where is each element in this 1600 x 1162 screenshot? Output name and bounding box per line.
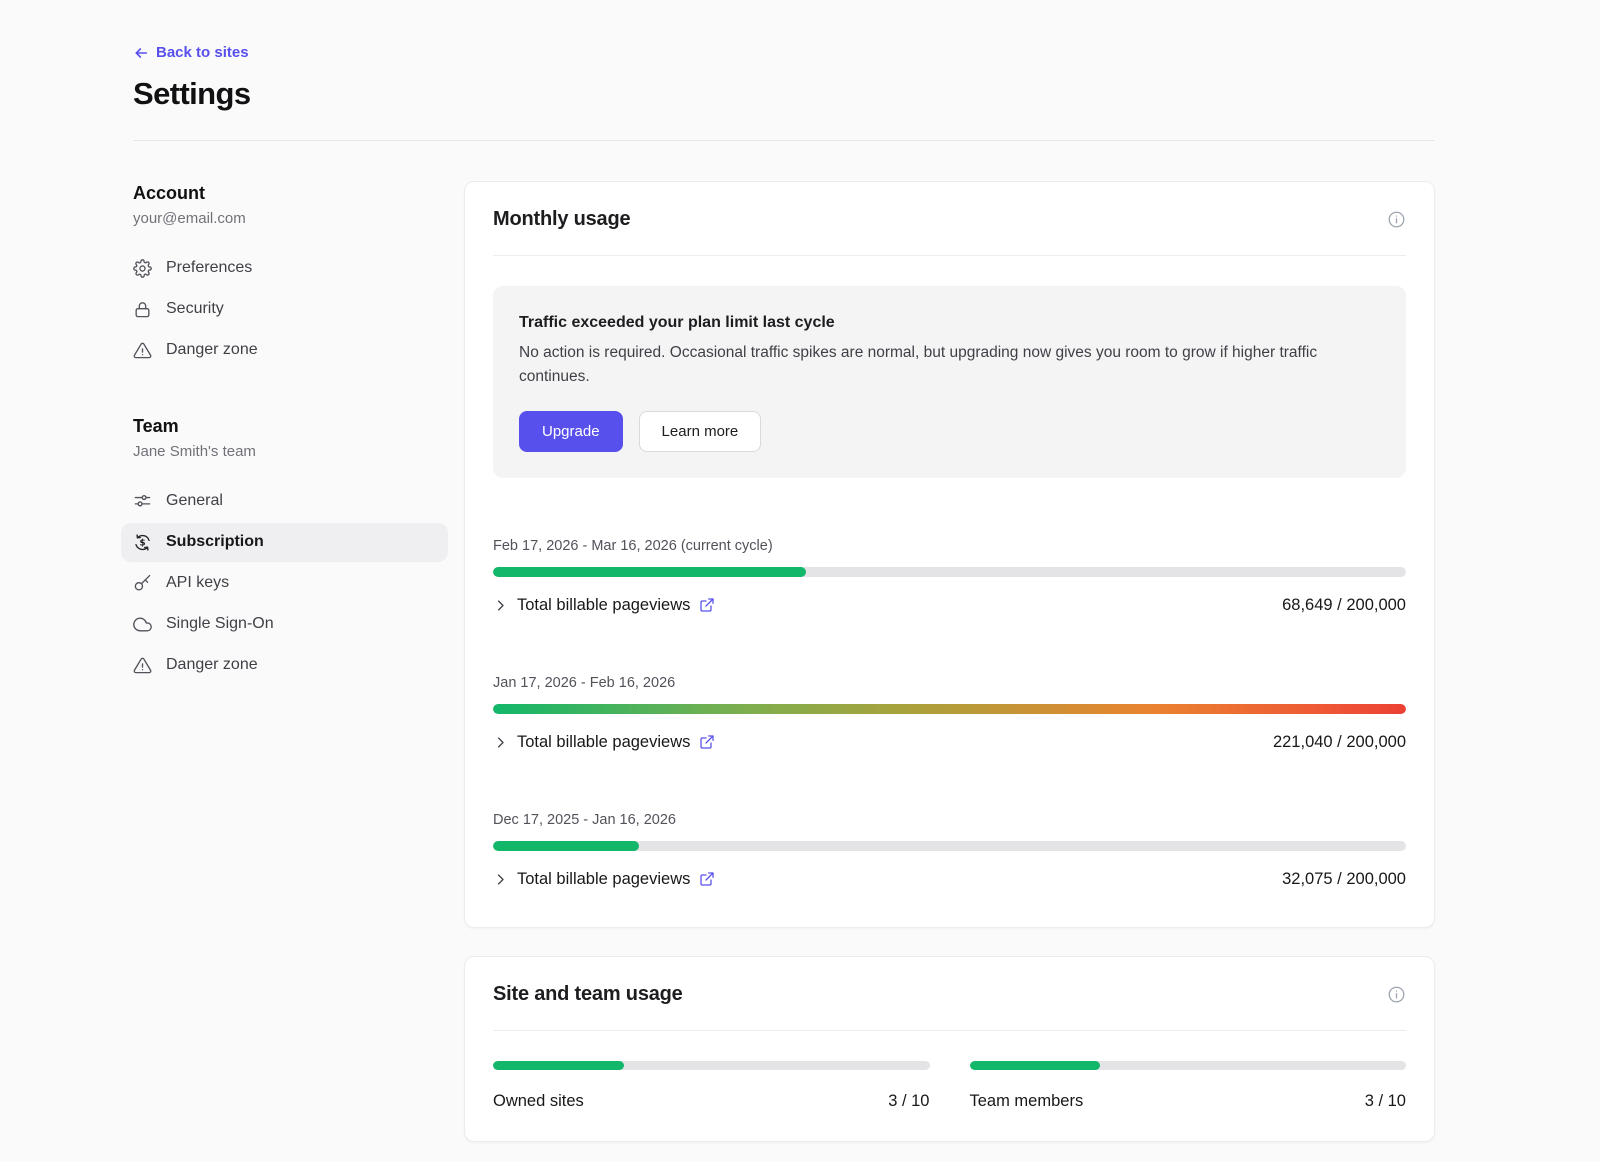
sidebar-item-single-sign-on[interactable]: Single Sign-On [121, 605, 448, 644]
cycle-period: Dec 17, 2025 - Jan 16, 2026 [493, 812, 1406, 828]
account-section: Account your@email.com Preferences Secur… [133, 183, 440, 370]
owned-sites-value: 3 / 10 [888, 1092, 929, 1111]
site-team-usage-title: Site and team usage [493, 983, 683, 1006]
notice-title: Traffic exceeded your plan limit last cy… [519, 314, 1380, 332]
metric-label: Total billable pageviews [517, 870, 690, 889]
usage-cycle-previous: Jan 17, 2026 - Feb 16, 2026 Total billab… [493, 675, 1406, 752]
metric-label: Total billable pageviews [517, 733, 690, 752]
sliders-icon [133, 492, 152, 511]
account-email: your@email.com [133, 210, 440, 227]
usage-progress-fill [493, 841, 639, 851]
dollar-refresh-icon [133, 533, 152, 552]
external-link-icon [699, 871, 715, 887]
account-heading: Account [133, 183, 440, 204]
info-icon [1387, 985, 1406, 1004]
team-members-label: Team members [970, 1092, 1084, 1111]
sidebar-item-label: Security [166, 300, 224, 318]
monthly-usage-title: Monthly usage [493, 208, 630, 231]
sidebar-item-label: Danger zone [166, 656, 258, 674]
arrow-left-icon [133, 45, 149, 61]
back-to-sites-link[interactable]: Back to sites [133, 44, 249, 61]
sidebar-item-preferences[interactable]: Preferences [121, 249, 448, 288]
usage-value: 68,649 / 200,000 [1282, 596, 1406, 615]
external-link-icon [699, 734, 715, 750]
usage-cycle-older: Dec 17, 2025 - Jan 16, 2026 Total billab… [493, 812, 1406, 889]
cloud-icon [133, 615, 152, 634]
sidebar-item-label: API keys [166, 574, 229, 592]
sidebar-item-security[interactable]: Security [121, 290, 448, 329]
sidebar-item-general[interactable]: General [121, 482, 448, 521]
sidebar-item-label: Preferences [166, 259, 252, 277]
key-icon [133, 574, 152, 593]
owned-sites-stat: Owned sites 3 / 10 [493, 1061, 930, 1111]
sidebar-item-label: Single Sign-On [166, 615, 274, 633]
billable-pageviews-row[interactable]: Total billable pageviews 68,649 / 200,00… [493, 596, 1406, 615]
team-members-progress-fill [970, 1061, 1101, 1070]
learn-more-button[interactable]: Learn more [639, 411, 762, 452]
page-title: Settings [133, 76, 1435, 112]
chevron-right-icon[interactable] [493, 872, 508, 887]
gear-icon [133, 259, 152, 278]
site-team-usage-info-button[interactable] [1387, 985, 1406, 1004]
main-content: Monthly usage Traffic exceeded your plan… [464, 181, 1435, 1142]
notice-body: No action is required. Occasional traffi… [519, 341, 1380, 389]
settings-page: Back to sites Settings Account your@emai… [0, 0, 1600, 1162]
monthly-usage-card: Monthly usage Traffic exceeded your plan… [464, 181, 1435, 928]
metric-label: Total billable pageviews [517, 596, 690, 615]
sidebar-item-team-danger-zone[interactable]: Danger zone [121, 646, 448, 685]
usage-progress-fill-over-limit [493, 704, 1406, 714]
owned-sites-label: Owned sites [493, 1092, 584, 1111]
team-nav: General Subscription API keys Single Sig… [133, 482, 440, 685]
sidebar-item-subscription[interactable]: Subscription [121, 523, 448, 562]
team-heading: Team [133, 416, 440, 437]
external-link[interactable] [699, 597, 715, 613]
usage-progress-bar [493, 704, 1406, 714]
sidebar-item-label: Subscription [166, 533, 264, 551]
team-members-progress-bar [970, 1061, 1407, 1070]
cycle-period: Feb 17, 2026 - Mar 16, 2026 (current cyc… [493, 538, 1406, 554]
sidebar-item-account-danger-zone[interactable]: Danger zone [121, 331, 448, 370]
usage-progress-fill [493, 567, 806, 577]
warning-triangle-icon [133, 341, 152, 360]
sidebar-item-label: General [166, 492, 223, 510]
sidebar-item-api-keys[interactable]: API keys [121, 564, 448, 603]
external-link[interactable] [699, 871, 715, 887]
owned-sites-progress-bar [493, 1061, 930, 1070]
team-name: Jane Smith's team [133, 443, 440, 460]
traffic-exceeded-notice: Traffic exceeded your plan limit last cy… [493, 286, 1406, 478]
header-divider [133, 140, 1435, 141]
lock-icon [133, 300, 152, 319]
sidebar-item-label: Danger zone [166, 341, 258, 359]
info-icon [1387, 210, 1406, 229]
settings-sidebar: Account your@email.com Preferences Secur… [133, 181, 440, 687]
upgrade-button[interactable]: Upgrade [519, 411, 623, 452]
team-section: Team Jane Smith's team General Subscript… [133, 416, 440, 685]
warning-triangle-icon [133, 656, 152, 675]
usage-cycle-current: Feb 17, 2026 - Mar 16, 2026 (current cyc… [493, 538, 1406, 615]
back-to-sites-label: Back to sites [156, 44, 249, 61]
billable-pageviews-row[interactable]: Total billable pageviews 221,040 / 200,0… [493, 733, 1406, 752]
account-nav: Preferences Security Danger zone [133, 249, 440, 370]
team-members-stat: Team members 3 / 10 [970, 1061, 1407, 1111]
usage-value: 221,040 / 200,000 [1273, 733, 1406, 752]
usage-value: 32,075 / 200,000 [1282, 870, 1406, 889]
chevron-right-icon[interactable] [493, 735, 508, 750]
usage-progress-bar [493, 841, 1406, 851]
team-members-value: 3 / 10 [1365, 1092, 1406, 1111]
external-link[interactable] [699, 734, 715, 750]
billable-pageviews-row[interactable]: Total billable pageviews 32,075 / 200,00… [493, 870, 1406, 889]
owned-sites-progress-fill [493, 1061, 624, 1070]
cycle-period: Jan 17, 2026 - Feb 16, 2026 [493, 675, 1406, 691]
external-link-icon [699, 597, 715, 613]
chevron-right-icon[interactable] [493, 598, 508, 613]
monthly-usage-info-button[interactable] [1387, 210, 1406, 229]
usage-progress-bar [493, 567, 1406, 577]
site-team-usage-card: Site and team usage Owned sites 3 / 10 [464, 956, 1435, 1142]
